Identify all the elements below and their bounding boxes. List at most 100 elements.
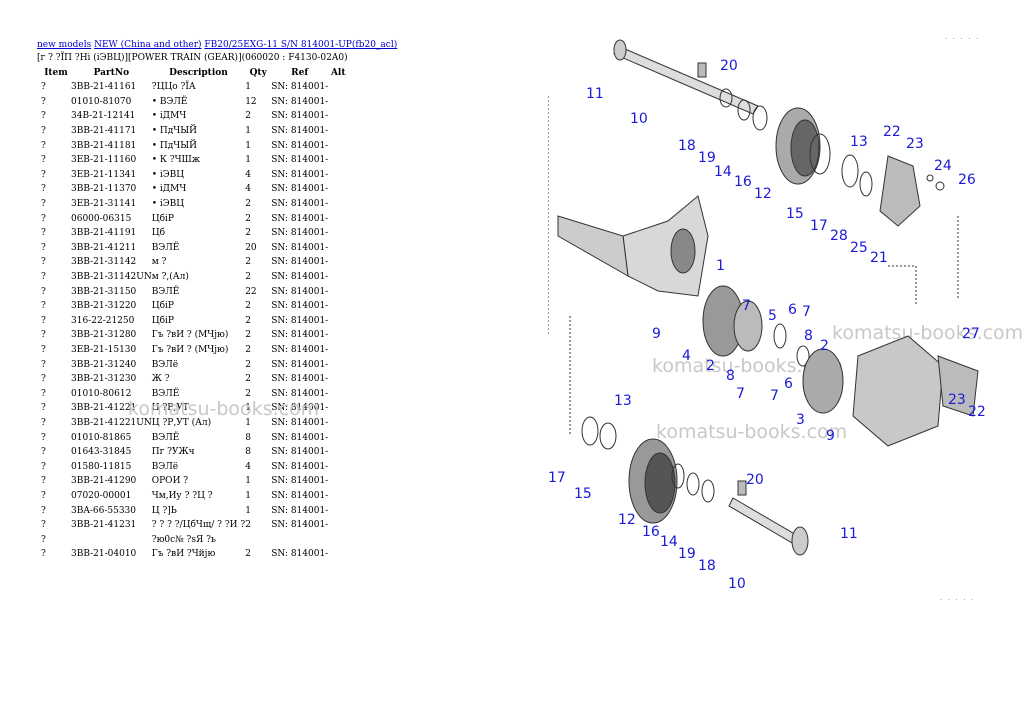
cell-partno: 316-22-21250 <box>71 315 135 326</box>
cell-item: ? <box>41 199 46 210</box>
table-row: ? 3EB-21-11160 • К ?ЧШж 1 SN: 814001- <box>37 153 348 168</box>
cell-qty: 22 <box>245 286 257 297</box>
cell-item: ? <box>41 228 46 239</box>
cell-item: ? <box>41 126 46 137</box>
cell-alt <box>328 168 348 183</box>
cell-partno: 3BB-21-41221UN <box>71 417 152 428</box>
cell-ref: SN: 814001- <box>271 228 329 239</box>
cell-item: ? <box>41 417 46 428</box>
table-row: ? 01010-80612 ВЭЛЁ 2 SN: 814001- <box>37 386 348 401</box>
callout-label: 22 <box>968 404 986 420</box>
corner-mark: · · · · · <box>940 597 976 604</box>
cell-item: ? <box>41 82 46 93</box>
cell-ref: SN: 814001- <box>271 301 329 312</box>
cell-ref: SN: 814001- <box>271 549 329 560</box>
cell-item: ? <box>41 520 46 531</box>
cell-alt <box>328 489 348 504</box>
differential-housing <box>622 195 709 297</box>
cell-item: ? <box>41 111 46 122</box>
table-row: ? 3BB-21-31280 Гъ ?вИ ? (МЧjю) 2 SN: 814001- <box>37 328 348 343</box>
callout-label: 15 <box>786 206 804 222</box>
col-header-description: Description <box>169 68 228 78</box>
table-row: ? 3BB-21-41171 • ПдЧЫЙ 1 SN: 814001- <box>37 124 348 139</box>
cell-alt <box>328 153 348 168</box>
cell-partno: 01580-11815 <box>71 461 132 472</box>
cell-alt <box>328 270 348 285</box>
cell-qty: 1 <box>245 403 251 414</box>
callout-label: 26 <box>958 172 976 188</box>
callout-label: 10 <box>630 111 648 127</box>
cell-description: ЦбіР <box>151 315 174 326</box>
breadcrumb-link-model[interactable]: FB20/25EXG-11 S/N 814001-UP(fb20_acl) <box>204 40 397 50</box>
cell-ref: SN: 814001- <box>271 505 329 516</box>
cell-partno: 01010-80612 <box>71 388 132 399</box>
breadcrumb-link-new-models[interactable]: new models <box>37 40 91 50</box>
cell-alt <box>328 372 348 387</box>
corner-mark: · · · · · <box>945 36 981 43</box>
cell-ref: SN: 814001- <box>271 403 329 414</box>
cell-description: • іЭВЦ <box>151 169 185 180</box>
cell-ref: SN: 814001- <box>271 111 329 122</box>
cell-item: ? <box>41 169 46 180</box>
cell-item: ? <box>41 330 46 341</box>
cell-partno: 07020-00001 <box>71 490 132 501</box>
callout-label: 8 <box>804 328 813 344</box>
cell-partno: 01010-81070 <box>71 96 132 107</box>
table-row: ? 01580-11815 ВЭЛё 4 SN: 814001- <box>37 459 348 474</box>
cell-partno: 3BB-21-31142 <box>71 257 137 268</box>
cell-partno <box>71 532 152 547</box>
cell-partno: 3BB-21-41181 <box>71 140 137 151</box>
cell-qty: 2 <box>245 315 251 326</box>
callout-label: 7 <box>770 388 779 404</box>
cell-description: ВЭЛё <box>151 359 179 370</box>
cell-ref: SN: 814001- <box>271 476 329 487</box>
cell-qty: 20 <box>245 242 257 253</box>
cell-description: ВЭЛЁ <box>151 388 180 399</box>
col-header-alt: Alt <box>330 68 346 78</box>
table-row: ? 3BB-21-41181 • ПдЧЫЙ 1 SN: 814001- <box>37 138 348 153</box>
callout-label: 23 <box>948 392 966 408</box>
cell-item: ? <box>41 549 46 560</box>
cell-item: ? <box>41 155 46 166</box>
callout-label: 6 <box>784 376 793 392</box>
cell-ref: SN: 814001- <box>271 388 329 399</box>
callout-label: 1 <box>716 258 725 274</box>
cell-ref: SN: 814001- <box>271 461 329 472</box>
cell-item: ? <box>41 140 46 151</box>
table-row: ? 3BB-21-41221UN Ц ?Р,УТ (Ал) 1 SN: 814001- <box>37 416 348 431</box>
cell-item: ? <box>41 315 46 326</box>
cell-description: ВЭЛё <box>151 461 179 472</box>
cell-description: Гъ ?вИ ?Чйjю <box>151 549 216 560</box>
callout-label: 18 <box>698 558 716 574</box>
table-row: ? 3BB-21-31142UN м ?,(Ал) 2 SN: 814001- <box>37 270 348 285</box>
cell-qty: 1 <box>245 140 251 151</box>
callout-label: 19 <box>678 546 696 562</box>
cell-partno: 01010-81865 <box>71 432 132 443</box>
cell-item: ? <box>41 344 46 355</box>
callout-label: 20 <box>720 58 738 74</box>
cell-alt <box>328 401 348 416</box>
cell-qty: 1 <box>245 505 251 516</box>
cell-qty: 2 <box>245 359 251 370</box>
breadcrumb-link-new-china[interactable]: NEW (China and other) <box>94 40 201 50</box>
cell-qty: 2 <box>245 388 251 399</box>
cell-qty: 2 <box>245 111 251 122</box>
cell-qty: 2 <box>245 344 251 355</box>
callout-label: 18 <box>678 138 696 154</box>
cell-qty: 12 <box>245 96 257 107</box>
callout-label: 21 <box>870 250 888 266</box>
cell-alt <box>328 328 348 343</box>
cell-description: • іЭВЦ <box>151 199 185 210</box>
cell-ref <box>271 532 328 547</box>
cell-alt <box>328 80 348 95</box>
callout-label: 22 <box>883 124 901 140</box>
callout-label: 17 <box>810 218 828 234</box>
cell-description: Пг ?УЖч <box>151 447 195 458</box>
cell-item: ? <box>41 505 46 516</box>
cell-description: Ц ?Р,УТ <box>151 403 189 414</box>
cell-partno: 3EB-21-11160 <box>71 155 137 166</box>
cell-partno: 3EB-21-11341 <box>71 169 137 180</box>
cell-item: ? <box>41 476 46 487</box>
cell-description: ВЭЛЁ <box>151 286 180 297</box>
callout-label: 28 <box>830 228 848 244</box>
